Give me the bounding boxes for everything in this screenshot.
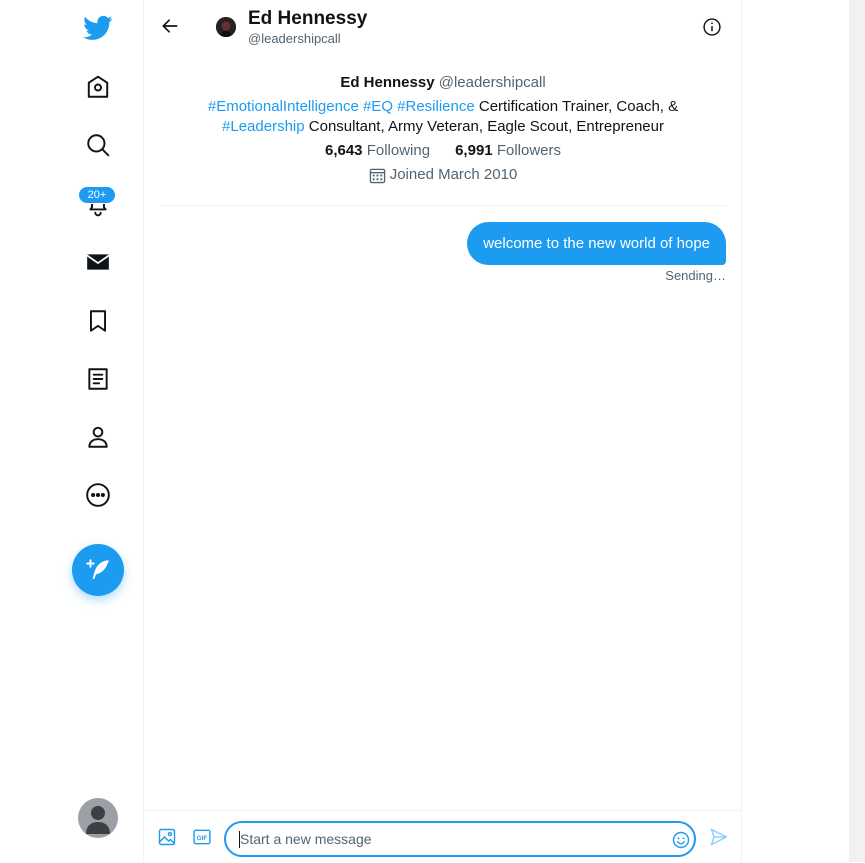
info-icon (703, 18, 721, 36)
hashtag-link[interactable]: #EQ (363, 98, 393, 115)
twitter-logo-button[interactable] (74, 4, 122, 52)
message-input-wrapper (224, 821, 696, 857)
back-button[interactable] (156, 12, 184, 40)
bio-text: Certification Trainer, Coach, & (478, 98, 679, 115)
profile-name-line: Ed Hennessy @leadershipcall (160, 74, 726, 92)
joined-text: Joined March 2010 (389, 166, 518, 183)
divider (160, 205, 726, 206)
add-media-button[interactable] (156, 826, 178, 848)
text-caret (239, 831, 240, 848)
person-icon (88, 426, 108, 448)
profile-bio: #EmotionalIntelligence #EQ #Resilience C… (160, 97, 726, 137)
home-icon (87, 75, 109, 98)
twitter-bird-icon (83, 15, 113, 40)
hashtag-link[interactable]: #Leadership (222, 118, 305, 135)
nav-lists-button[interactable] (74, 355, 122, 403)
list-icon (88, 368, 108, 390)
followers-link[interactable]: 6,991 Followers (455, 142, 561, 159)
notifications-badge: 20+ (78, 186, 116, 204)
hashtag-link[interactable]: #EmotionalIntelligence (208, 98, 359, 115)
image-icon (158, 828, 176, 846)
followers-label: Followers (496, 142, 561, 159)
following-count: 6,643 (324, 142, 363, 159)
contact-avatar[interactable] (216, 17, 236, 37)
joined-date: Joined March 2010 (160, 166, 726, 184)
calendar-icon (369, 168, 385, 183)
sent-message-bubble[interactable]: welcome to the new world of hope (467, 222, 726, 265)
envelope-icon (86, 254, 110, 270)
more-circle-icon (86, 483, 110, 507)
search-icon (87, 134, 110, 157)
nav-messages-button[interactable] (74, 238, 122, 286)
followers-count: 6,991 (455, 142, 493, 159)
nav-bookmarks-button[interactable] (74, 297, 122, 345)
contact-name[interactable]: Ed Hennessy (248, 8, 367, 30)
account-avatar-button[interactable] (78, 798, 118, 838)
send-button[interactable] (708, 826, 730, 848)
add-gif-button[interactable]: GIF (191, 826, 213, 848)
profile-summary: Ed Hennessy @leadershipcall #EmotionalIn… (160, 74, 726, 184)
contact-handle: @leadershipcall (248, 31, 341, 46)
conversation-header: Ed Hennessy @leadershipcall (144, 0, 741, 54)
hashtag-link[interactable]: #Resilience (397, 98, 475, 115)
emoji-button[interactable] (670, 829, 692, 851)
message-status: Sending… (665, 268, 726, 283)
default-avatar-icon (86, 806, 110, 834)
conversation-info-button[interactable] (700, 15, 724, 39)
profile-handle: @leadershipcall (438, 74, 546, 91)
avatar-photo-icon (216, 17, 236, 37)
bio-text: Consultant, Army Veteran, Eagle Scout, E… (308, 118, 664, 135)
message-composer: GIF (144, 810, 741, 863)
left-navigation: 20+ (0, 0, 143, 862)
nav-profile-button[interactable] (74, 413, 122, 461)
following-link[interactable]: 6,643 Following (325, 142, 430, 159)
arrow-left-icon (162, 19, 178, 33)
profile-name[interactable]: Ed Hennessy (340, 74, 434, 91)
bookmark-icon (89, 310, 107, 332)
following-label: Following (366, 142, 431, 159)
emoji-icon (672, 831, 690, 849)
compose-tweet-button[interactable] (72, 544, 124, 596)
nav-explore-button[interactable] (74, 121, 122, 169)
send-icon (710, 828, 728, 846)
svg-text:GIF: GIF (197, 835, 208, 842)
quill-plus-icon (86, 559, 109, 579)
nav-more-button[interactable] (74, 471, 122, 519)
gif-icon: GIF (193, 829, 211, 845)
message-input[interactable] (238, 830, 662, 848)
conversation-panel: Ed Hennessy @leadershipcall Ed Hennessy … (143, 0, 742, 862)
nav-home-button[interactable] (74, 63, 122, 111)
page-scrollbar[interactable] (849, 0, 865, 862)
profile-stats: 6,643 Following 6,991 Followers (160, 142, 726, 160)
